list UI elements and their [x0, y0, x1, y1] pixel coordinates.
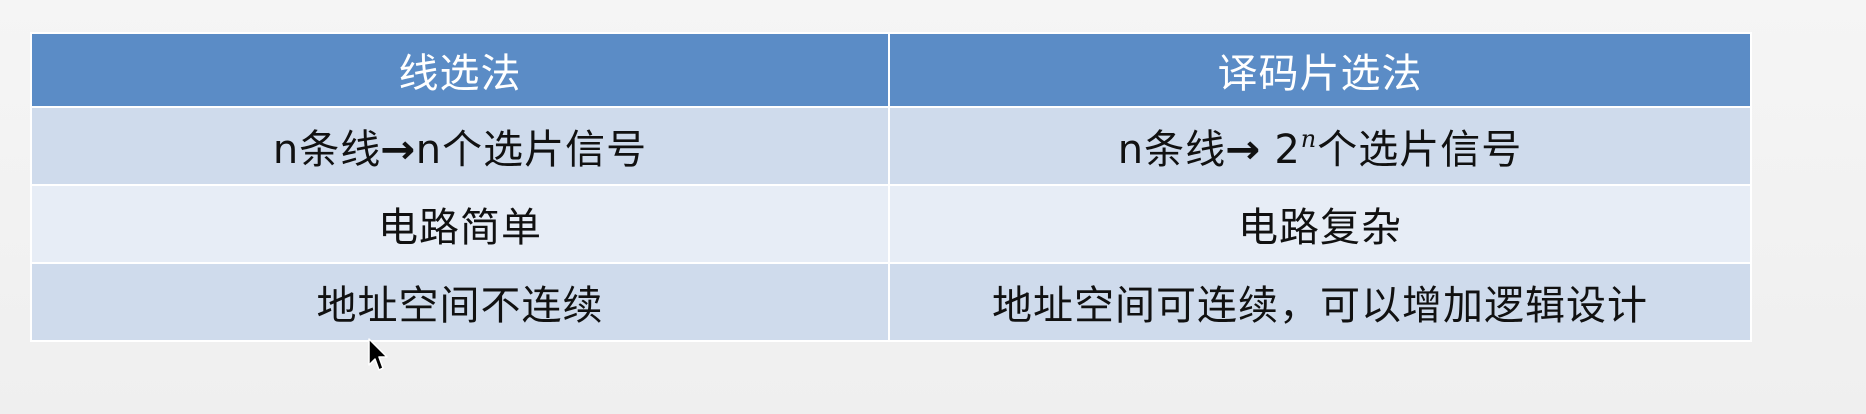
- cell-circuit-line-selection: 电路简单: [30, 184, 890, 264]
- power-base: 2: [1260, 127, 1301, 173]
- power-exponent: n: [1300, 125, 1318, 153]
- cell-text-prefix: n条线: [1117, 127, 1227, 173]
- cell-text-prefix: n条线: [272, 127, 382, 173]
- table-row: 电路简单 电路复杂: [30, 184, 1752, 264]
- cell-signal-count-line-selection: n条线→n个选片信号: [30, 106, 890, 186]
- arrow-right-icon: →: [1225, 127, 1262, 173]
- cell-signal-count-decoder-selection: n条线→ 2n个选片信号: [888, 106, 1752, 186]
- header-line-selection: 线选法: [30, 32, 890, 108]
- mouse-pointer-icon: [368, 338, 388, 371]
- cell-text-suffix: 个选片信号: [1317, 127, 1523, 173]
- comparison-table: 线选法 译码片选法 n条线→n个选片信号 n条线→ 2n个选片信号 电路简单 电…: [30, 32, 1752, 342]
- cell-address-space-line-selection: 地址空间不连续: [30, 262, 890, 342]
- table-header-row: 线选法 译码片选法: [30, 32, 1752, 108]
- arrow-right-icon: →: [380, 127, 417, 173]
- header-decoder-chip-selection: 译码片选法: [888, 32, 1752, 108]
- cell-address-space-decoder-selection: 地址空间可连续，可以增加逻辑设计: [888, 262, 1752, 342]
- table-row: 地址空间不连续 地址空间可连续，可以增加逻辑设计: [30, 262, 1752, 342]
- cell-text-suffix: n个选片信号: [415, 127, 648, 173]
- cell-circuit-decoder-selection: 电路复杂: [888, 184, 1752, 264]
- table-row: n条线→n个选片信号 n条线→ 2n个选片信号: [30, 106, 1752, 186]
